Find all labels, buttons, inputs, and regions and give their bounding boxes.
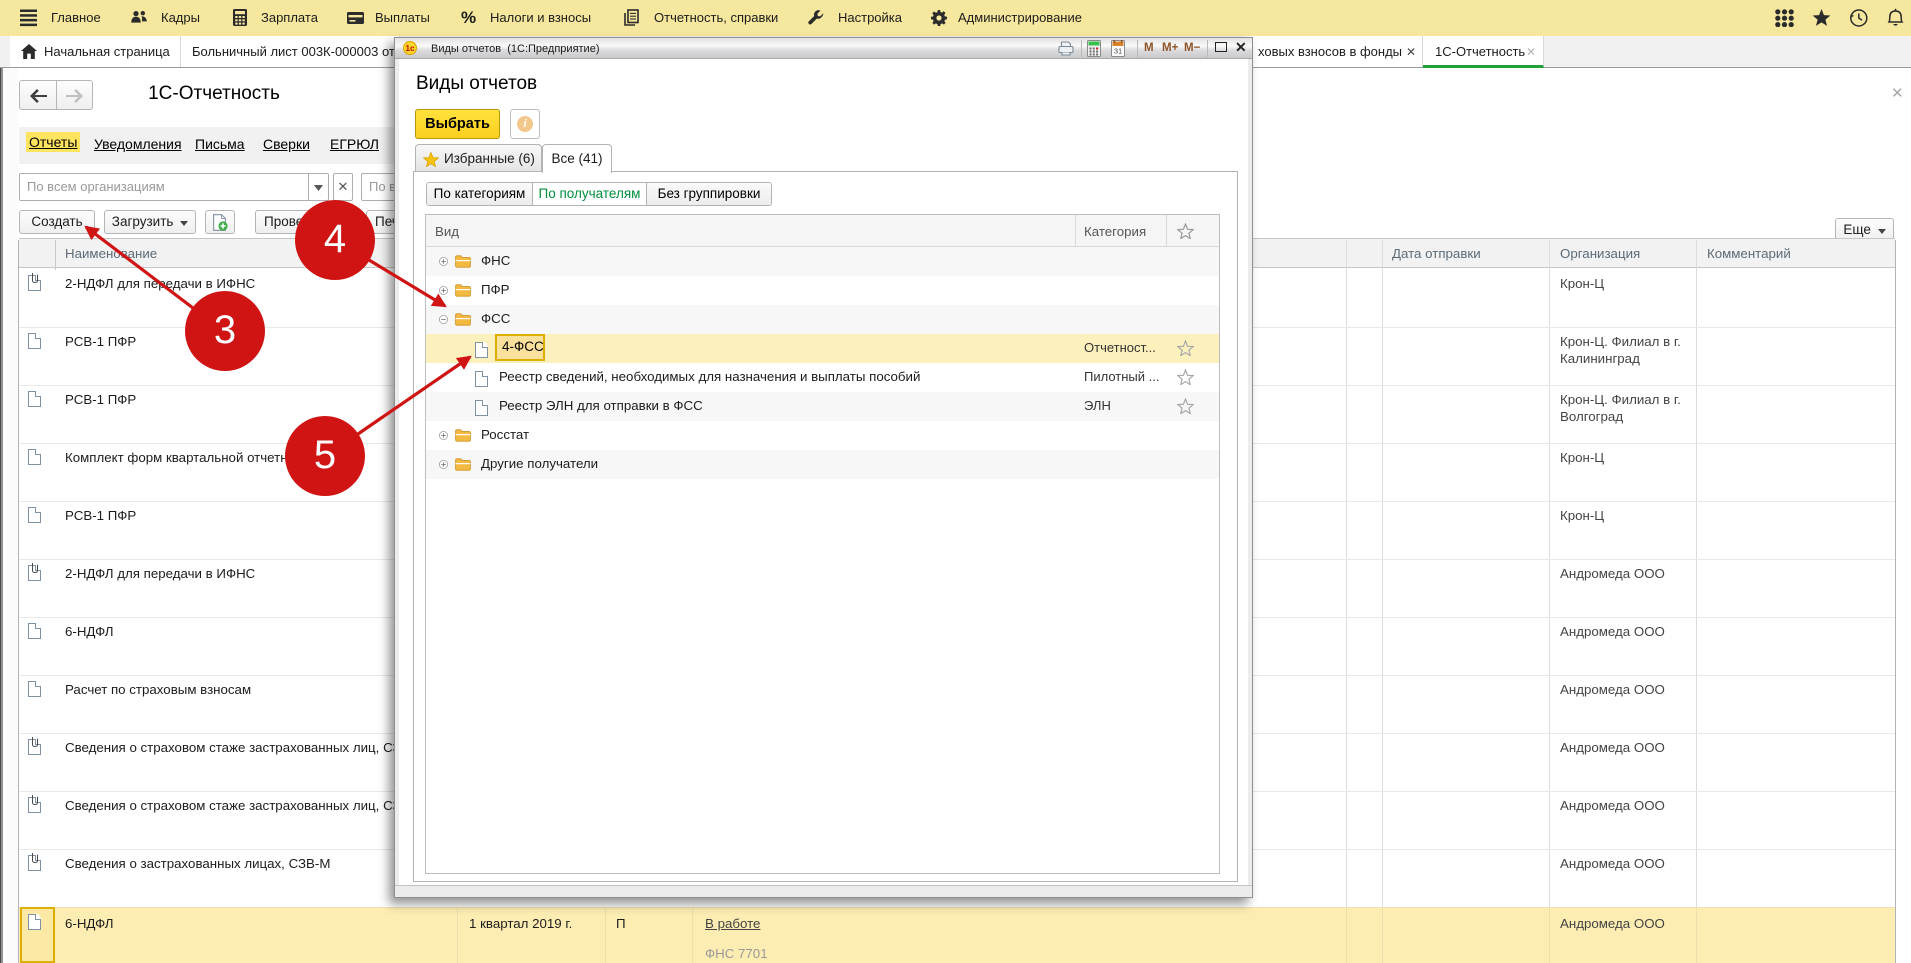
svg-text:31: 31 [1114, 47, 1122, 56]
svg-text:1с: 1с [406, 44, 415, 53]
